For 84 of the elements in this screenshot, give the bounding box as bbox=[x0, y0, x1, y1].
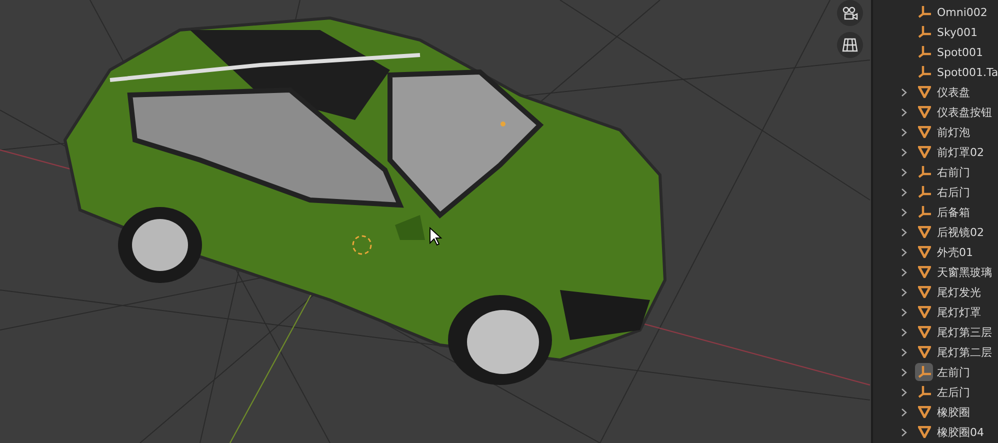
object-name[interactable]: 后视镜02 bbox=[937, 224, 984, 240]
chevron-right-icon[interactable] bbox=[901, 88, 907, 96]
object-type-icon[interactable] bbox=[915, 323, 933, 341]
object-name[interactable]: 前灯泡 bbox=[937, 124, 970, 140]
axes-icon bbox=[918, 66, 930, 78]
chevron-right-icon[interactable] bbox=[901, 148, 907, 156]
triangle-icon bbox=[918, 346, 930, 358]
object-type-icon[interactable] bbox=[915, 303, 933, 321]
chevron-right-icon[interactable] bbox=[901, 348, 907, 356]
chevron-right-icon[interactable] bbox=[901, 128, 907, 136]
axes-icon bbox=[918, 26, 930, 38]
object-type-icon[interactable] bbox=[915, 423, 933, 441]
object-type-icon[interactable] bbox=[915, 83, 933, 101]
triangle-icon bbox=[918, 266, 930, 278]
triangle-icon bbox=[918, 106, 930, 118]
chevron-right-icon[interactable] bbox=[901, 408, 907, 416]
object-name[interactable]: 前灯罩02 bbox=[937, 144, 984, 160]
chevron-right-icon[interactable] bbox=[901, 388, 907, 396]
triangle-icon bbox=[918, 426, 930, 438]
object-name[interactable]: 橡胶圈 bbox=[937, 404, 970, 420]
object-name[interactable]: 橡胶圈04 bbox=[937, 424, 984, 440]
3d-viewport[interactable] bbox=[0, 0, 871, 443]
object-name[interactable]: 后备箱 bbox=[937, 204, 970, 220]
object-type-icon[interactable] bbox=[915, 103, 933, 121]
object-name[interactable]: 仪表盘按钮 bbox=[937, 104, 992, 120]
chevron-right-icon[interactable] bbox=[901, 308, 907, 316]
chevron-right-icon[interactable] bbox=[901, 428, 907, 436]
axes-icon bbox=[918, 186, 930, 198]
cursor-target-icon bbox=[352, 235, 372, 255]
object-name[interactable]: Sky001 bbox=[937, 26, 978, 38]
axes-icon bbox=[918, 206, 930, 218]
object-type-icon[interactable] bbox=[915, 223, 933, 241]
object-type-icon[interactable] bbox=[915, 403, 933, 421]
object-name[interactable]: 左后门 bbox=[937, 384, 970, 400]
triangle-icon bbox=[918, 246, 930, 258]
triangle-icon bbox=[918, 286, 930, 298]
chevron-right-icon[interactable] bbox=[901, 168, 907, 176]
triangle-icon bbox=[918, 326, 930, 338]
object-name[interactable]: 仪表盘 bbox=[937, 84, 970, 100]
chevron-right-icon[interactable] bbox=[901, 268, 907, 276]
object-name[interactable]: 外壳01 bbox=[937, 244, 973, 260]
object-name[interactable]: Spot001.Ta bbox=[937, 66, 998, 78]
object-name[interactable]: Spot001 bbox=[937, 46, 984, 58]
axes-icon bbox=[918, 166, 930, 178]
chevron-right-icon[interactable] bbox=[901, 108, 907, 116]
chevron-right-icon[interactable] bbox=[901, 188, 907, 196]
chevron-right-icon[interactable] bbox=[901, 208, 907, 216]
object-type-icon[interactable] bbox=[915, 143, 933, 161]
triangle-icon bbox=[918, 146, 930, 158]
origin-point bbox=[500, 122, 506, 126]
chevron-right-icon[interactable] bbox=[901, 328, 907, 336]
chevron-right-icon[interactable] bbox=[901, 368, 907, 376]
chevron-right-icon[interactable] bbox=[901, 288, 907, 296]
object-name[interactable]: 右前门 bbox=[937, 164, 970, 180]
triangle-icon bbox=[918, 86, 930, 98]
object-name[interactable]: 尾灯灯罩 bbox=[937, 304, 981, 320]
triangle-icon bbox=[918, 306, 930, 318]
camera-view-button[interactable] bbox=[837, 0, 863, 26]
camera-icon bbox=[842, 6, 858, 20]
chevron-right-icon[interactable] bbox=[901, 248, 907, 256]
object-name[interactable]: 左前门 bbox=[937, 364, 970, 380]
triangle-icon bbox=[918, 406, 930, 418]
axes-icon bbox=[918, 6, 930, 18]
active-object-icon[interactable] bbox=[915, 363, 933, 381]
mouse-cursor-icon bbox=[430, 226, 442, 246]
triangle-icon bbox=[918, 226, 930, 238]
axes-icon bbox=[918, 386, 930, 398]
object-type-icon[interactable] bbox=[915, 343, 933, 361]
object-type-icon[interactable] bbox=[915, 243, 933, 261]
object-name[interactable]: Omni002 bbox=[937, 6, 988, 18]
object-name[interactable]: 右后门 bbox=[937, 184, 970, 200]
object-type-icon[interactable] bbox=[915, 263, 933, 281]
perspective-toggle-button[interactable] bbox=[837, 32, 863, 58]
axes-icon bbox=[918, 366, 930, 378]
chevron-right-icon[interactable] bbox=[901, 228, 907, 236]
object-name[interactable]: 尾灯发光 bbox=[937, 284, 981, 300]
triangle-icon bbox=[918, 126, 930, 138]
axes-icon bbox=[918, 46, 930, 58]
object-type-icon[interactable] bbox=[915, 123, 933, 141]
object-name[interactable]: 尾灯第三层 bbox=[937, 324, 992, 340]
object-type-icon[interactable] bbox=[915, 283, 933, 301]
grid-icon bbox=[842, 38, 858, 52]
object-name[interactable]: 天窗黑玻璃 bbox=[937, 264, 992, 280]
object-name[interactable]: 尾灯第二层 bbox=[937, 344, 992, 360]
